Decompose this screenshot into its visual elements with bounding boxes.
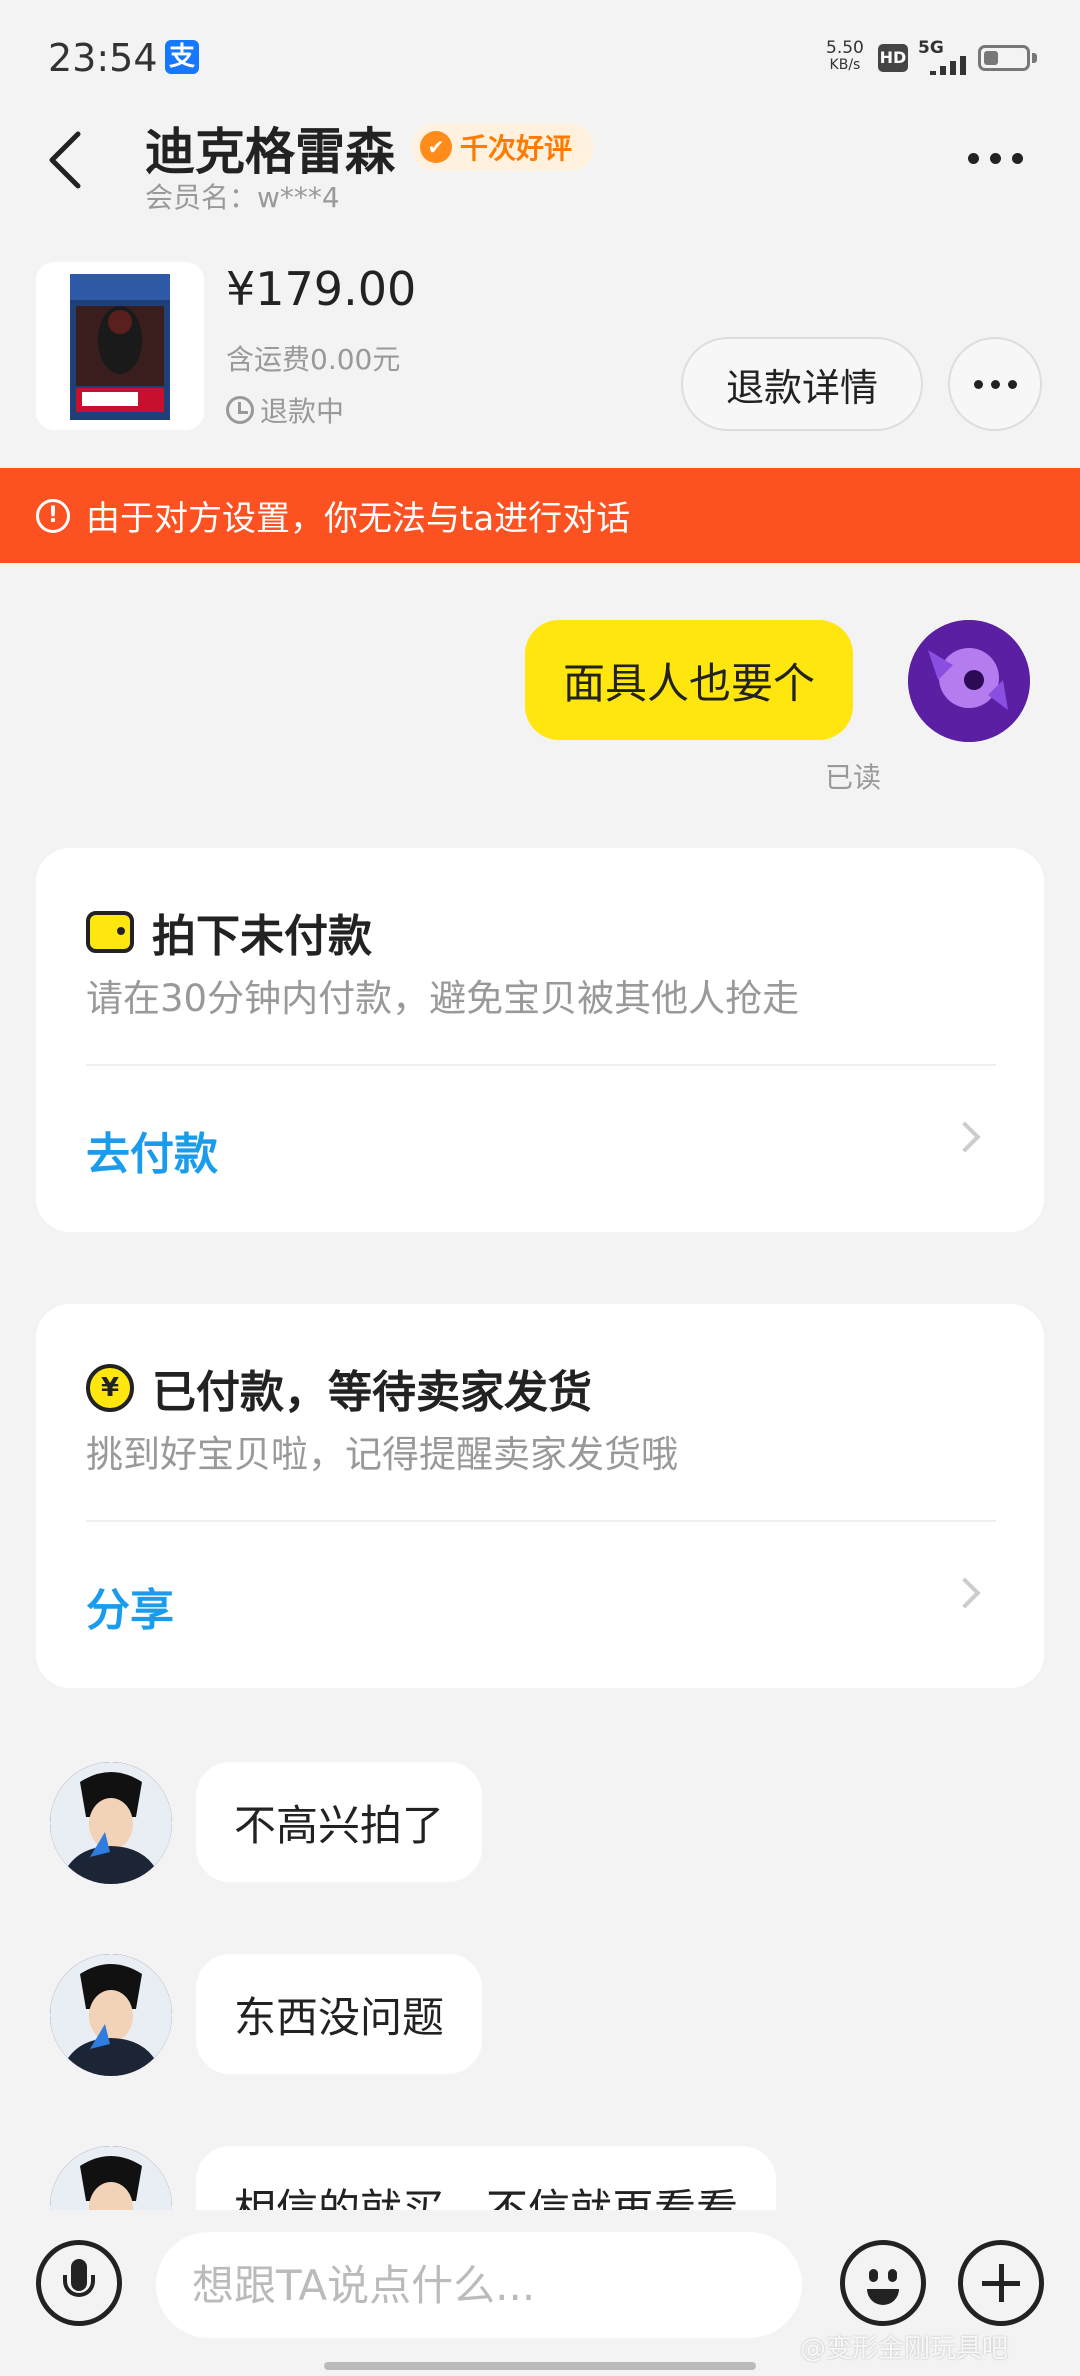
thumb-up-icon: ✔ (420, 131, 452, 163)
avatar-image (50, 2146, 172, 2210)
chevron-right-icon[interactable] (949, 1121, 981, 1153)
refund-status: 退款中 (226, 390, 344, 430)
emoji-eye (888, 2269, 897, 2282)
wallet-icon (86, 911, 134, 953)
seller-avatar[interactable] (50, 1762, 172, 1884)
share-link[interactable]: 分享 (86, 1574, 174, 1638)
order-card-subtitle: 请在30分钟内付款，避免宝贝被其他人抢走 (86, 977, 800, 1020)
order-card-title-text: 已付款，等待卖家发货 (152, 1367, 592, 1418)
rating-badge[interactable]: ✔ 千次好评 (412, 123, 595, 171)
read-receipt: 已读 (825, 761, 882, 794)
my-message-bubble[interactable]: 面具人也要个 (525, 620, 854, 740)
divider (86, 1520, 996, 1522)
add-attachment-button[interactable] (958, 2240, 1044, 2326)
refund-details-button[interactable]: 退款详情 (681, 337, 923, 431)
signal-icon (918, 55, 970, 75)
my-avatar[interactable] (908, 620, 1030, 742)
pay-now-link[interactable]: 去付款 (86, 1118, 218, 1182)
battery-icon (978, 45, 1030, 71)
network-speed-value: 5.50 (826, 38, 864, 58)
emoji-button[interactable] (840, 2240, 926, 2326)
hd-icon: HD (878, 44, 908, 72)
order-card-unpaid: 拍下未付款 请在30分钟内付款，避免宝贝被其他人抢走 去付款 (36, 848, 1044, 1232)
chevron-right-icon[interactable] (949, 1577, 981, 1609)
back-button[interactable] (46, 130, 86, 190)
shop-name[interactable]: 迪克格雷森 (145, 112, 395, 184)
watermark: @变形金刚玩具吧 (800, 2334, 1009, 2364)
emoji-eye (869, 2269, 878, 2282)
chat-disabled-banner: ! 由于对方设置，你无法与ta进行对话 (0, 468, 1080, 563)
chat-disabled-text: 由于对方设置，你无法与ta进行对话 (86, 499, 631, 539)
shipping-fee: 含运费0.00元 (226, 343, 401, 376)
incoming-message-bubble[interactable]: 相信的就买，不信就再看看 (196, 2146, 777, 2210)
home-indicator[interactable] (324, 2362, 756, 2370)
chat-input[interactable] (156, 2232, 802, 2338)
message-list-clip: 相信的就买，不信就再看看 (0, 2100, 1080, 2210)
network-speed: 5.50 KB/s (826, 40, 864, 74)
product-more-button[interactable] (948, 337, 1042, 431)
order-card-paid: ¥ 已付款，等待卖家发货 挑到好宝贝啦，记得提醒卖家发货哦 分享 (36, 1304, 1044, 1688)
order-card-title-text: 拍下未付款 (152, 911, 372, 962)
clock-icon (226, 396, 254, 424)
network-speed-unit: KB/s (829, 57, 861, 73)
seller-avatar[interactable] (50, 2146, 172, 2210)
alert-icon: ! (36, 498, 70, 533)
alipay-icon: 支 (165, 40, 199, 74)
divider (86, 1064, 996, 1066)
member-name: 会员名：w***4 (145, 181, 340, 214)
avatar-image (908, 620, 1030, 742)
battery-tip (1032, 53, 1037, 63)
yen-icon: ¥ (86, 1364, 134, 1412)
emoji-mouth (867, 2289, 899, 2305)
rating-badge-label: 千次好评 (460, 132, 573, 165)
seller-avatar[interactable] (50, 1954, 172, 2076)
product-thumbnail[interactable] (36, 262, 204, 430)
avatar-image (50, 1954, 172, 2076)
status-time: 23:54 (48, 36, 158, 80)
order-card-title: 拍下未付款 (86, 900, 372, 964)
refund-status-label: 退款中 (260, 395, 345, 428)
order-card-title: ¥ 已付款，等待卖家发货 (86, 1356, 592, 1420)
incoming-message-bubble[interactable]: 东西没问题 (196, 1954, 483, 2074)
chevron-left-icon (49, 131, 81, 189)
more-options-button[interactable] (968, 138, 1038, 178)
incoming-message-bubble[interactable]: 不高兴拍了 (196, 1762, 483, 1882)
order-card-subtitle: 挑到好宝贝啦，记得提醒卖家发货哦 (86, 1433, 678, 1476)
voice-input-button[interactable] (36, 2240, 122, 2326)
product-price: ¥179.00 (226, 262, 417, 316)
product-box-image (36, 262, 204, 430)
avatar-image (50, 1762, 172, 1884)
